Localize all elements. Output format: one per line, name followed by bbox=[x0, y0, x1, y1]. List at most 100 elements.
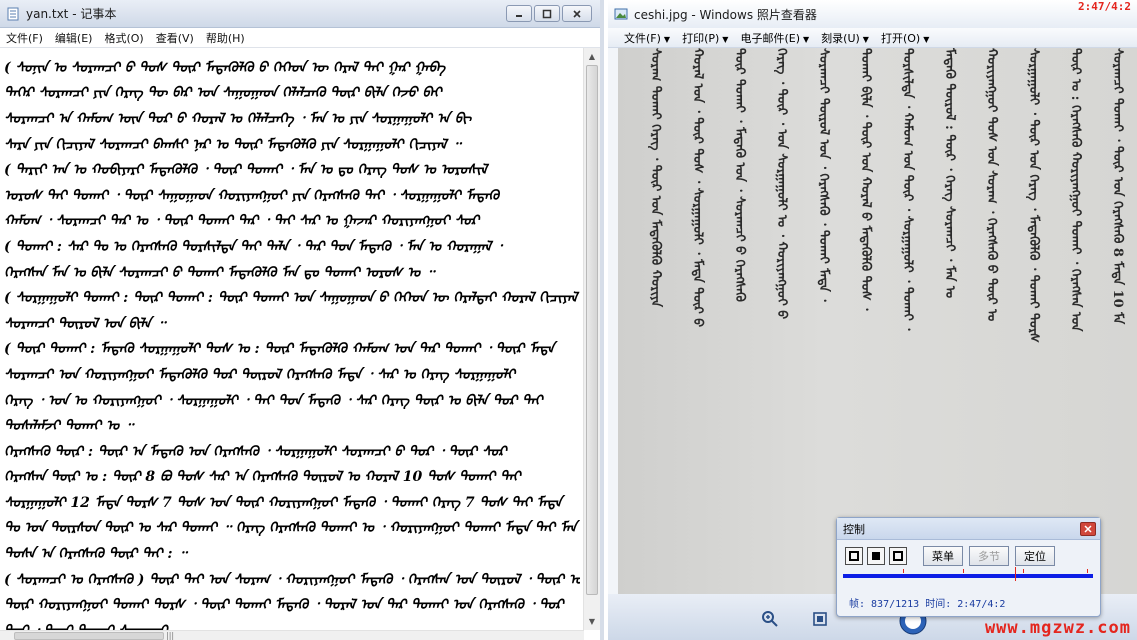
scroll-up-icon[interactable]: ▲ bbox=[584, 48, 600, 65]
scroll-down-icon[interactable]: ▼ bbox=[584, 613, 600, 630]
notepad-icon bbox=[7, 7, 19, 20]
control-titlebar[interactable]: 控制 bbox=[837, 518, 1100, 540]
text-line: ᠲᠤ ᠤᠨ ᠲᠦᠷᠰᠦᠨ ᠲᠦᠷ ᠤ ᠰᠠᠷ ᠲᠤᠬᠠᠢ ᠃ ᠬᠡᠷᠡᠭ ᠬᠡᠷ… bbox=[4, 513, 580, 539]
photo-text-column: ᠰᠤᠷᠠᠭᠴᠢ ᠲᠦᠷᠦᠯ ᠤᠨ ᠂ ᠬᠡᠷᠡᠭᠰᠡᠬᠦ ᠂ ᠲᠤᠬᠠᠢ ᠮᠡᠳ… bbox=[816, 48, 831, 302]
text-line: ( ᠲᠠᠷᠢᠶ ᠠᠨ ᠤ ᠬᠤᠪᠢᠶᠠᠷᠢ ᠮᠡᠳᠡᠭᠦᠯᠬᠦ ᠂ ᠲᠦᠷ ᠲᠤ… bbox=[4, 154, 580, 180]
photo-text-column: ᠬᠤᠷᠠᠯ ᠤᠨ ᠂ ᠲᠦᠷ ᠲᠤᠰ ᠂ ᠰᠤᠷᠭᠠᠭᠤᠯᠢ ᠂ ᠮᠡᠳᠡ ᠲᠦ… bbox=[690, 48, 705, 328]
text-line: ( ᠲᠤᠬᠠᠢ : ᠰᠠᠷ ᠲᠤ ᠤ ᠬᠡᠷᠡᠭᠰᠡᠬᠦ ᠲᠤᠷᠰᠢᠯᠲᠠ ᠲᠠ… bbox=[4, 231, 580, 257]
hscroll-grip-icon: ||| bbox=[166, 631, 175, 640]
text-line-content: ( ᠰᠣᠨᠢᠨ ᠤ ᠰᠤᠷᠠᠭᠴᠢ ᠪ ᠲᠤᠰ ᠲᠦᠷ ᠮᠡᠳᠡᠭᠦᠯᠬᠦ ᠪ … bbox=[4, 59, 446, 76]
chevron-down-icon: ▼ bbox=[663, 34, 671, 44]
control-close-button[interactable] bbox=[1080, 522, 1096, 536]
text-line: ( ᠰᠤᠷᠠᠭᠴᠢ ᠤ ᠬᠡᠷᠡᠭᠰᠡᠬᠦ ) ᠲᠦᠷ ᠲᠠᠢ ᠤᠨ ᠰᠤᠷᠠᠭ… bbox=[4, 564, 580, 590]
notepad-titlebar[interactable]: yan.txt - 记事本 bbox=[0, 0, 600, 28]
photo-display[interactable]: ᠰᠤᠷᠠᠭᠴᠢ ᠲᠤᠬᠠᠢ ᠂ ᠲᠦᠷ ᠤᠨ ᠬᠡᠷᠡᠭᠰᠡᠬᠦ 8 ᠮᠡᠳᠡ … bbox=[618, 48, 1137, 594]
text-line: ᠲᠤᠰᠠᠯᠠᠮᠵᠢ ᠲᠤᠬᠠᠢ ᠤ ᠃ bbox=[4, 410, 580, 436]
text-line: ᠲᠤᠷ ᠂ ᠲᠦᠷ ᠲᠤᠬᠠᠢ ᠰᠤᠷᠠᠭᠴᠢ bbox=[4, 615, 580, 630]
photo-text-column: ᠲᠤᠷᠰᠢᠯᠲᠠ ᠂ ᠬᠠᠮᠤᠭ ᠤᠨ ᠲᠦᠷ ᠂ ᠰᠤᠷᠭᠠᠭᠤᠯᠢ ᠂ ᠲᠤ… bbox=[900, 48, 915, 331]
text-line-content: ᠰᠤᠷᠠᠭᠴᠢ ᠠ ᠬᠠᠮᠤᠭ ᠦᠨ ᠳᠤᠷ ᠪ ᠬᠤᠷᠠᠯ ᠤ ᠬᠡᠯᠡᠯᠴᠡ… bbox=[4, 110, 472, 127]
minimize-icon bbox=[516, 14, 522, 17]
photo-text-column: ᠬᠡᠷᠡᠭ ᠂ ᠲᠦᠷ ᠂ ᠤᠨ ᠰᠤᠷᠭᠠᠭᠤᠯᠢ ᠤ ᠂ ᠬᠤᠷᠢᠶᠠᠩᠭᠤ… bbox=[774, 48, 789, 320]
close-icon bbox=[573, 9, 581, 18]
text-line-content: ᠲᠤᠷ ᠂ ᠲᠦᠷ ᠲᠤᠬᠠᠢ ᠰᠤᠷᠠᠭᠴᠢ bbox=[4, 616, 168, 630]
locate-button[interactable]: 定位 bbox=[1015, 546, 1055, 566]
photo-text-column: ᠰᠤᠷᠠᠭ ᠲᠤᠬᠠᠢ ᠬᠡᠷᠡᠭ ᠂ ᠲᠦᠷ ᠤᠨ ᠮᠡᠳᠡᠭᠦᠯᠬᠦ ᠬᠤᠷ… bbox=[648, 48, 663, 308]
text-line: ᠲᠦᠷ ᠬᠤᠷᠢᠶᠠᠩᠭᠤᠢ ᠲᠤᠬᠠᠢ ᠲᠤᠷᠰ ᠂ ᠲᠦᠷ ᠲᠤᠬᠠᠢ ᠮᠡ… bbox=[4, 589, 580, 615]
horizontal-scrollbar[interactable]: ||| bbox=[0, 630, 584, 640]
text-line-content: ᠲᠤᠰᠠᠯᠠᠮᠵᠢ ᠲᠤᠬᠠᠢ ᠤ ᠃ bbox=[4, 418, 134, 435]
text-line-content: ᠰᠤᠷᠠᠭᠴᠢ ᠲᠦᠷᠦᠯ ᠤᠨ ᠪᠢᠯᠡ ᠃ bbox=[4, 315, 166, 332]
chevron-down-icon: ▼ bbox=[862, 34, 869, 44]
progress-tick bbox=[903, 569, 904, 573]
viewer-toolbar: 文件(F) ▼ 打印(P) ▼ 电子邮件(E) ▼ 刻录(U) ▼ 打开(O) ▼ bbox=[608, 28, 1137, 48]
hscroll-thumb[interactable] bbox=[14, 632, 164, 640]
photo-text-column: ᠲᠦᠷ ᠲᠤᠬᠠᠢ ᠂ ᠮᠡᠳᠡᠬᠦ ᠤᠨ ᠂ ᠰᠤᠷᠠᠭᠴᠢ ᠪ ᠬᠡᠷᠡᠭᠰ… bbox=[732, 48, 747, 302]
menu-format[interactable]: 格式(O) bbox=[98, 30, 149, 46]
zoom-icon[interactable] bbox=[758, 608, 782, 630]
viewer-menu-open[interactable]: 打开(O) ▼ bbox=[875, 30, 935, 46]
text-line: ᠰᠤᠷᠠᠭᠴᠢ ᠲᠦᠷᠦᠯ ᠤᠨ ᠪᠢᠯᠡ ᠃ bbox=[4, 308, 580, 334]
text-line-content: ᠬᠡᠷᠡᠭᠰᠡᠨ ᠮᠠᠨ ᠤ ᠪᠢᠯᠡ ᠰᠤᠷᠠᠭᠴᠢ ᠪ ᠲᠤᠬᠠᠢ ᠮᠡᠳᠡ… bbox=[4, 264, 435, 281]
minimize-button[interactable] bbox=[506, 5, 532, 22]
viewer-menu-email-label: 电子邮件(E) bbox=[740, 31, 800, 45]
photo-text-column: ᠰᠤᠷᠭᠠᠭᠤᠯᠢ ᠂ ᠲᠦᠷ ᠤᠨ ᠬᠡᠷᠡᠭ ᠂ ᠮᠡᠳᠡᠭᠦᠯᠬᠦ ᠂ ᠲ… bbox=[1026, 48, 1041, 343]
viewer-menu-print-label: 打印(P) bbox=[682, 31, 720, 45]
text-line: ᠰᠤᠷᠠᠭᠴᠢ ᠤᠨ ᠬᠤᠷᠢᠶᠠᠩᠭᠤᠢ ᠮᠡᠳᠡᠭᠦᠯᠬᠦ ᠲᠤᠷ ᠲᠦᠷᠦ… bbox=[4, 359, 580, 385]
stop-icon[interactable] bbox=[867, 547, 885, 565]
viewer-titlebar[interactable]: ceshi.jpg - Windows 照片查看器 bbox=[608, 0, 1137, 28]
menu-view[interactable]: 查看(V) bbox=[150, 30, 200, 46]
control-title: 控制 bbox=[843, 522, 865, 536]
text-line: ᠬᠡᠷᠡᠭᠰᠡᠨ ᠲᠦᠷ ᠤ : ᠲᠦᠷ 8 ᠪᠤ ᠲᠤᠰ ᠰᠠᠷ ᠠ ᠬᠡᠷᠡ… bbox=[4, 462, 580, 488]
text-line-content: ( ᠲᠤᠬᠠᠢ : ᠰᠠᠷ ᠲᠤ ᠤ ᠬᠡᠷᠡᠭᠰᠡᠬᠦ ᠲᠤᠷᠰᠢᠯᠲᠠ ᠲᠠ… bbox=[4, 238, 502, 255]
viewer-menu-email[interactable]: 电子邮件(E) ▼ bbox=[734, 30, 815, 46]
text-line-content: ᠲᠡᠭᠡᠷ ᠰᠤᠷᠠᠭᠴᠢ ᠶᠢᠨ ᠬᠡᠷᠡᠭ ᠲᠦ ᠪᠡᠷ ᠤᠨ ᠰᠠᠭᠤᠭᠠ… bbox=[4, 85, 442, 102]
photo-icon bbox=[614, 8, 628, 20]
notepad-menubar: 文件(F) 编辑(E) 格式(O) 查看(V) 帮助(H) bbox=[0, 28, 600, 48]
text-line-content: ᠲᠤ ᠤᠨ ᠲᠦᠷᠰᠦᠨ ᠲᠦᠷ ᠤ ᠰᠠᠷ ᠲᠤᠬᠠᠢ ᠃ ᠬᠡᠷᠡᠭ ᠬᠡᠷ… bbox=[4, 520, 577, 537]
text-line-content: ᠰᠤᠷᠭᠠᠭᠤᠯᠢ 12 ᠮᠡᠳᠡ ᠲᠤᠷᠰ 7 ᠲᠤᠰ ᠤᠨ ᠲᠦᠷ ᠬᠤᠷᠢ… bbox=[4, 494, 562, 511]
viewer-menu-print[interactable]: 打印(P) ▼ bbox=[676, 30, 734, 46]
photo-text-column: ᠰᠤᠷᠠᠭᠴᠢ ᠲᠤᠬᠠᠢ ᠂ ᠲᠦᠷ ᠤᠨ ᠬᠡᠷᠡᠭᠰᠡᠬᠦ 8 ᠮᠡᠳᠡ … bbox=[1110, 48, 1125, 325]
photo-text-column: ᠲᠦᠷ ᠤ : ᠬᠡᠷᠡᠭᠰᠡᠬᠦ ᠬᠤᠷᠢᠶᠠᠩᠭᠤᠢ ᠲᠤᠬᠠᠢ ᠂ ᠬᠡᠷ… bbox=[1068, 48, 1083, 332]
maximize-button[interactable] bbox=[534, 5, 560, 22]
menu-button[interactable]: 菜单 bbox=[923, 546, 963, 566]
text-line: ᠰᠤᠷᠭᠠᠭᠤᠯᠢ 12 ᠮᠡᠳᠡ ᠲᠤᠷᠰ 7 ᠲᠤᠰ ᠤᠨ ᠲᠦᠷ ᠬᠤᠷᠢ… bbox=[4, 487, 580, 513]
viewer-title: ceshi.jpg - Windows 照片查看器 bbox=[634, 7, 817, 22]
pause-icon[interactable] bbox=[845, 547, 863, 565]
text-line: ( ᠲᠦᠷ ᠲᠤᠬᠠᠢ : ᠮᠡᠳᠡᠬᠦ ᠰᠤᠷᠭᠠᠭᠤᠯᠢ ᠲᠤᠰ ᠤ : ᠲ… bbox=[4, 334, 580, 360]
text-line-content: ᠬᠡᠷᠡᠭᠰᠡᠨ ᠲᠦᠷ ᠤ : ᠲᠦᠷ 8 ᠪᠤ ᠲᠤᠰ ᠰᠠᠷ ᠠ ᠬᠡᠷᠡ… bbox=[4, 469, 521, 486]
text-line-content: ( ᠲᠦᠷ ᠲᠤᠬᠠᠢ : ᠮᠡᠳᠡᠬᠦ ᠰᠤᠷᠭᠠᠭᠤᠯᠢ ᠲᠤᠰ ᠤ : ᠲ… bbox=[4, 341, 555, 358]
menu-help[interactable]: 帮助(H) bbox=[200, 30, 251, 46]
vertical-scrollbar[interactable]: ▲ ▼ bbox=[583, 48, 600, 630]
progress-tick bbox=[1087, 569, 1088, 573]
photo-text-column: ᠲᠤᠬᠠᠢ ᠪᠢᠯᠡ ᠂ ᠲᠦᠷ ᠤᠨ ᠬᠤᠷᠠᠯ ᠪ ᠮᠡᠳᠡᠭᠦᠯᠬᠦ ᠲᠤ… bbox=[858, 48, 873, 311]
text-line: ᠰᠠᠷᠠ ᠶᠢᠨ ᠬᠢᠴᠢᠶᠡᠯ ᠰᠤᠷᠠᠭᠴᠢ ᠪᠠᠭᠰᠢ ᠨᠠᠷ ᠤ ᠲᠦᠷ… bbox=[4, 129, 580, 155]
menu-edit[interactable]: 编辑(E) bbox=[49, 30, 99, 46]
close-icon bbox=[1084, 525, 1092, 533]
close-button[interactable] bbox=[562, 5, 592, 22]
scroll-thumb[interactable] bbox=[586, 65, 598, 595]
multi-section-button[interactable]: 多节 bbox=[969, 546, 1009, 566]
viewer-menu-file[interactable]: 文件(F) ▼ bbox=[618, 30, 676, 46]
viewer-menu-file-label: 文件(F) bbox=[624, 31, 661, 45]
text-line: ( ᠰᠤᠷᠭᠠᠭᠤᠯᠢ ᠲᠤᠬᠠᠢ : ᠲᠦᠷ ᠲᠤᠬᠠᠢ : ᠲᠦᠷ ᠲᠤᠬᠠ… bbox=[4, 282, 580, 308]
text-line-content: ᠰᠠᠷᠠ ᠶᠢᠨ ᠬᠢᠴᠢᠶᠡᠯ ᠰᠤᠷᠠᠭᠴᠢ ᠪᠠᠭᠰᠢ ᠨᠠᠷ ᠤ ᠲᠦᠷ… bbox=[4, 136, 461, 153]
chevron-down-icon: ▼ bbox=[923, 34, 930, 44]
progress-cursor[interactable] bbox=[1015, 567, 1016, 581]
viewer-menu-burn[interactable]: 刻录(U) ▼ bbox=[815, 30, 875, 46]
photo-text-column: ᠮᠡᠳᠡᠬᠦ ᠲᠦᠷᠦᠯ : ᠲᠦᠷ ᠂ ᠬᠡᠷᠡᠭ ᠰᠤᠷᠠᠭᠴᠢ ᠂ ᠮᠠᠨ… bbox=[942, 48, 957, 299]
fit-icon[interactable] bbox=[808, 608, 832, 630]
text-line: ( ᠰᠣᠨᠢᠨ ᠤ ᠰᠤᠷᠠᠭᠴᠢ ᠪ ᠲᠤᠰ ᠲᠦᠷ ᠮᠡᠳᠡᠭᠦᠯᠬᠦ ᠪ … bbox=[4, 52, 580, 78]
clock-readout: 2:47/4:2 bbox=[1078, 0, 1131, 13]
step-icon[interactable] bbox=[889, 547, 907, 565]
text-editor-area[interactable]: ( ᠰᠣᠨᠢᠨ ᠤ ᠰᠤᠷᠠᠭᠴᠢ ᠪ ᠲᠤᠰ ᠲᠦᠷ ᠮᠡᠳᠡᠭᠦᠯᠬᠦ ᠪ … bbox=[0, 48, 584, 630]
photo-text-column: ᠬᠤᠷᠢᠶᠠᠩᠭᠤᠢ ᠲᠤᠰ ᠤᠨ ᠰᠤᠷᠠᠭ ᠂ ᠬᠡᠷᠡᠭᠰᠡᠬᠦ ᠪ ᠲᠦ… bbox=[984, 48, 999, 322]
text-line: ᠰᠤᠷᠠᠭᠴᠢ ᠠ ᠬᠠᠮᠤᠭ ᠦᠨ ᠳᠤᠷ ᠪ ᠬᠤᠷᠠᠯ ᠤ ᠬᠡᠯᠡᠯᠴᠡ… bbox=[4, 103, 580, 129]
progress-tick bbox=[963, 569, 964, 573]
frame-time-status: 帧: 837/1213 时间: 2:47/4:2 bbox=[849, 599, 1006, 610]
text-line-content: ( ᠰᠤᠷᠠᠭᠴᠢ ᠤ ᠬᠡᠷᠡᠭᠰᠡᠬᠦ ) ᠲᠦᠷ ᠲᠠᠢ ᠤᠨ ᠰᠤᠷᠠᠭ… bbox=[4, 571, 580, 588]
text-line-content: ᠬᠡᠷᠡᠭᠰᠡᠬᠦ ᠲᠦᠷ : ᠲᠦᠷ ᠠ ᠮᠡᠳᠡᠬᠦ ᠤᠨ ᠬᠡᠷᠡᠭᠰᠡᠬ… bbox=[4, 443, 507, 460]
progress-track[interactable] bbox=[843, 567, 1093, 581]
menu-file[interactable]: 文件(F) bbox=[0, 30, 49, 46]
text-line-content: ᠬᠡᠷᠡᠭ ᠂ ᠤᠨ ᠤ ᠬᠤᠷᠢᠶᠠᠩᠭᠤᠢ ᠂ ᠰᠤᠷᠭᠠᠭᠤᠯᠢ ᠂ ᠲᠠ… bbox=[4, 392, 543, 409]
